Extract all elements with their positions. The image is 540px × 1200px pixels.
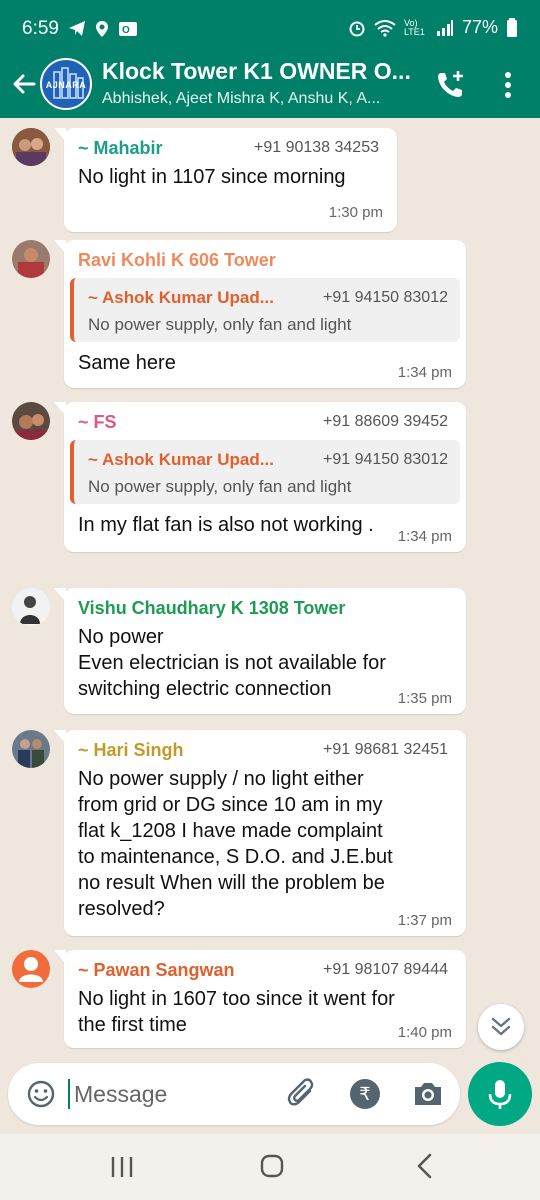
location-pin-icon — [96, 21, 108, 37]
message-bubble[interactable]: ~ Hari Singh +91 98681 32451 No power su… — [54, 730, 466, 936]
avatar[interactable] — [12, 730, 50, 768]
sender-phone: +91 88609 39452 — [322, 413, 448, 430]
quoted-sender: ~ Ashok Kumar Upad... — [88, 450, 274, 469]
message-text: No power supply / no light either from g… — [78, 766, 393, 922]
sender-phone: +91 90138 34253 — [253, 139, 379, 156]
battery-icon — [507, 17, 517, 37]
camera-icon[interactable] — [412, 1079, 444, 1109]
android-nav-bar — [0, 1134, 540, 1200]
message-input[interactable] — [74, 1075, 274, 1113]
group-logo-text: AJNARA — [45, 80, 87, 90]
message-bubble[interactable]: ~ FS +91 88609 39452 ~ Ashok Kumar Upad.… — [54, 402, 466, 552]
group-members[interactable]: Abhishek, Ajeet Mishra K, Anshu K, A... — [102, 90, 420, 108]
back-icon[interactable] — [412, 1152, 438, 1180]
message-sender[interactable]: ~ Pawan Sangwan — [78, 960, 235, 981]
microphone-icon — [488, 1080, 512, 1109]
avatar[interactable] — [12, 240, 50, 278]
voice-message-button[interactable] — [468, 1062, 532, 1126]
quoted-phone: +91 94150 83012 — [322, 451, 448, 468]
wifi-icon — [374, 19, 396, 37]
default-avatar-icon — [19, 957, 43, 982]
quoted-message[interactable]: ~ Ashok Kumar Upad... +91 94150 83012 No… — [70, 278, 460, 342]
member-photo-icon — [12, 402, 50, 440]
avatar[interactable] — [12, 950, 50, 988]
member-photo-icon — [12, 730, 50, 768]
message-line: the first time — [78, 1014, 187, 1036]
quoted-text: No power supply, only fan and light — [88, 477, 352, 496]
avatar[interactable] — [12, 588, 50, 626]
home-icon[interactable] — [258, 1152, 286, 1180]
message-line: no result When will the problem be — [78, 872, 385, 894]
group-avatar[interactable]: AJNARA — [40, 58, 92, 110]
message-time: 1:40 pm — [397, 1024, 452, 1041]
status-notification-icons: O — [68, 20, 138, 38]
telegram-icon — [69, 21, 85, 36]
chat-header: AJNARA Klock Tower K1 OWNER O... Abhishe… — [0, 58, 540, 118]
outlook-icon: O — [119, 22, 137, 36]
message-time: 1:34 pm — [397, 364, 452, 381]
message-sender[interactable]: ~ Hari Singh — [78, 740, 184, 761]
message-sender[interactable]: ~ FS — [78, 412, 117, 433]
add-call-icon[interactable] — [434, 68, 468, 102]
message-line: to maintenance, S D.O. and J.E.but — [78, 846, 393, 868]
message-line: resolved? — [78, 898, 165, 920]
message-text: In my flat fan is also not working . — [78, 514, 374, 536]
chat-area[interactable]: ~ Mahabir +91 90138 34253 No light in 11… — [0, 118, 540, 1053]
sender-phone: +91 98681 32451 — [322, 741, 448, 758]
message-line: No light in 1607 too since it went for — [78, 988, 395, 1010]
member-photo-icon — [12, 128, 50, 166]
message-line: No power — [78, 626, 164, 648]
message-text: Same here — [78, 352, 176, 374]
rupee-payment-icon[interactable]: ₹ — [350, 1079, 380, 1109]
message-sender[interactable]: Ravi Kohli K 606 Tower — [78, 250, 276, 271]
double-chevron-down-icon — [491, 1017, 511, 1036]
message-line: switching electric connection — [78, 678, 332, 700]
volte-label: Vo) LTE1 — [403, 17, 425, 37]
message-line: No power supply / no light either — [78, 768, 364, 790]
status-bar: 6:59 O Vo) LTE1 77% — [0, 0, 540, 58]
message-line: from grid or DG since 10 am in my — [78, 794, 383, 816]
message-sender[interactable]: Vishu Chaudhary K 1308 Tower — [78, 598, 345, 619]
message-bubble[interactable]: Vishu Chaudhary K 1308 Tower No power Ev… — [54, 588, 466, 714]
scroll-to-bottom-button[interactable] — [478, 1004, 524, 1050]
status-time: 6:59 — [22, 18, 59, 39]
message-bubble[interactable]: Ravi Kohli K 606 Tower ~ Ashok Kumar Upa… — [54, 240, 466, 388]
message-line: Even electrician is not available for — [78, 652, 386, 674]
message-text: No light in 1607 too since it went for t… — [78, 986, 395, 1038]
text-cursor — [68, 1079, 70, 1109]
message-bubble[interactable]: ~ Pawan Sangwan +91 98107 89444 No light… — [54, 950, 466, 1048]
member-photo-icon — [12, 240, 50, 278]
message-time: 1:30 pm — [328, 204, 383, 221]
message-text: No power Even electrician is not availab… — [78, 624, 386, 702]
signal-icon — [436, 19, 453, 36]
quoted-message[interactable]: ~ Ashok Kumar Upad... +91 94150 83012 No… — [70, 440, 460, 504]
message-time: 1:37 pm — [397, 912, 452, 929]
message-time: 1:35 pm — [397, 690, 452, 707]
avatar[interactable] — [12, 128, 50, 166]
battery-percent: 77% — [461, 17, 498, 37]
attachment-icon[interactable] — [286, 1077, 318, 1111]
svg-text:O: O — [122, 25, 130, 36]
group-title[interactable]: Klock Tower K1 OWNER O... — [102, 58, 420, 85]
emoji-icon[interactable] — [26, 1079, 56, 1109]
member-photo-icon — [12, 588, 50, 626]
avatar[interactable] — [12, 402, 50, 440]
recent-apps-icon[interactable] — [108, 1154, 136, 1180]
quoted-text: No power supply, only fan and light — [88, 315, 352, 334]
message-bubble[interactable]: ~ Mahabir +91 90138 34253 No light in 11… — [54, 128, 397, 232]
message-text: No light in 1107 since morning — [78, 166, 346, 188]
message-sender[interactable]: ~ Mahabir — [78, 138, 163, 159]
alarm-icon — [349, 21, 365, 36]
quoted-phone: +91 94150 83012 — [322, 289, 448, 306]
status-system-icons: Vo) LTE1 77% — [348, 17, 518, 38]
message-composer: ₹ — [8, 1063, 460, 1125]
back-arrow-icon[interactable] — [10, 70, 38, 98]
message-time: 1:34 pm — [397, 528, 452, 545]
sender-phone: +91 98107 89444 — [322, 961, 448, 978]
quoted-sender: ~ Ashok Kumar Upad... — [88, 288, 274, 307]
message-line: flat k_1208 I have made complaint — [78, 820, 383, 842]
more-options-icon[interactable] — [496, 70, 520, 100]
